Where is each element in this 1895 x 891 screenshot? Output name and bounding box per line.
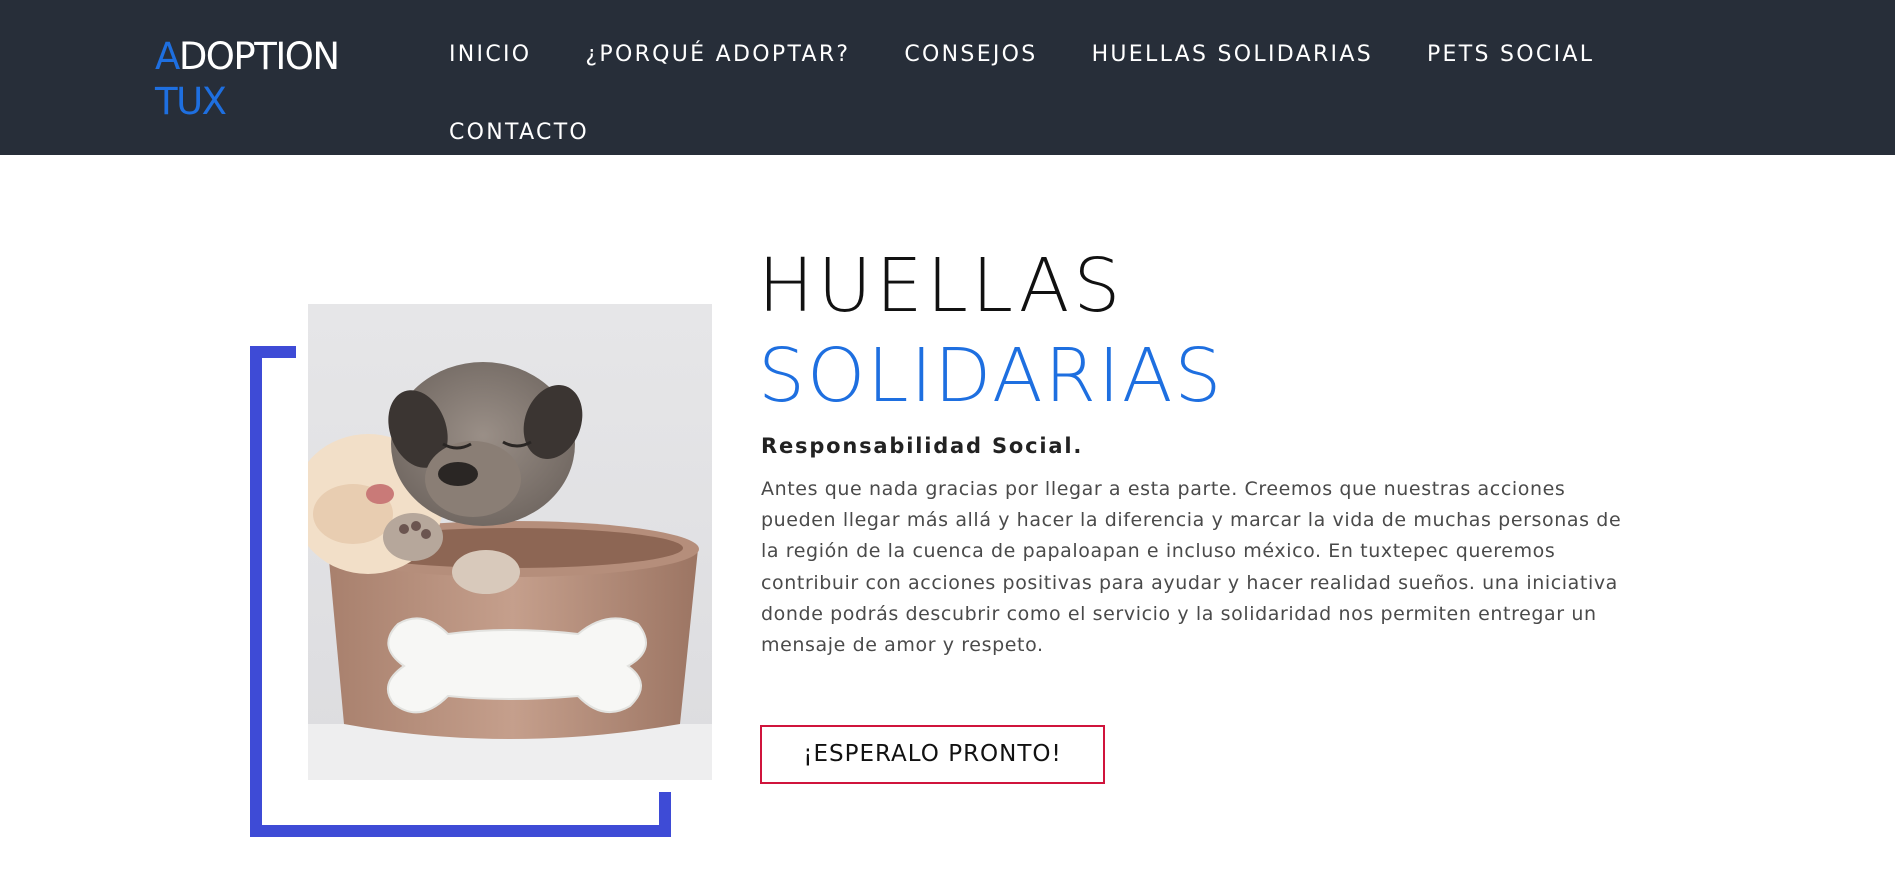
section-body-text: Antes que nada gracias por llegar a esta… [761,478,1622,657]
nav-item-porque-adoptar[interactable]: ¿PORQUÉ ADOPTAR? [585,16,850,94]
site-header: ADOPTION TUX INICIO ¿PORQUÉ ADOPTAR? CON… [0,0,1895,155]
nav-item-inicio[interactable]: INICIO [449,16,531,94]
site-logo[interactable]: ADOPTION TUX [155,34,340,124]
logo-word-tux: TUX [155,80,227,123]
coming-soon-button[interactable]: ¡ESPERALO PRONTO! [760,725,1105,784]
page-title-line-2: SOLIDARIAS [758,333,1224,419]
nav-item-pets-social[interactable]: PETS SOCIAL [1427,16,1594,94]
logo-first-letter: A [155,35,180,78]
nav-item-huellas-solidarias[interactable]: HUELLAS SOLIDARIAS [1092,16,1373,94]
logo-word-adoption: DOPTION [178,35,340,78]
section-subtitle: Responsabilidad Social. [761,434,1084,458]
main-nav: INICIO ¿PORQUÉ ADOPTAR? CONSEJOS HUELLAS… [449,16,1749,172]
nav-item-contacto[interactable]: CONTACTO [449,94,589,172]
nav-item-consejos[interactable]: CONSEJOS [904,16,1037,94]
puppies-photo [308,304,712,780]
page-title-line-1: HUELLAS [758,243,1125,329]
